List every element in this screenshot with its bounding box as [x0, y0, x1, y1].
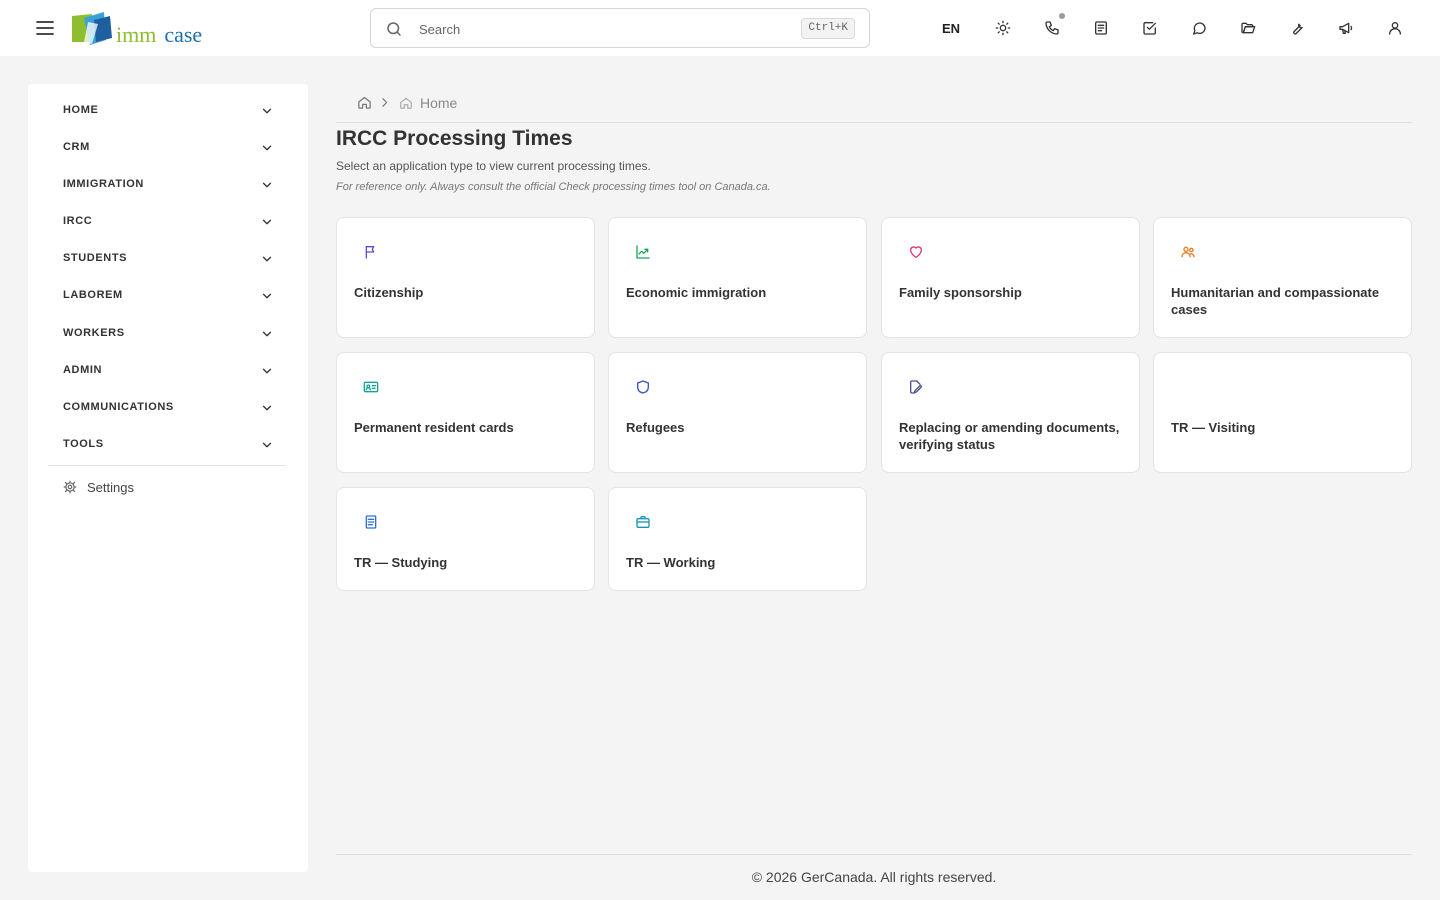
- sidebar-item-label: HOME: [63, 104, 99, 116]
- user-icon[interactable]: [1381, 14, 1409, 42]
- card-title: TR — Working: [626, 555, 716, 570]
- breadcrumb: Home: [357, 94, 557, 112]
- sidebar-item-laborem[interactable]: LABOREM: [48, 281, 286, 311]
- card-tr-studying[interactable]: TR — Studying: [336, 487, 595, 591]
- chevron-right-icon: [382, 98, 388, 107]
- card-title: Humanitarian and compassionate cases: [1171, 285, 1380, 317]
- chevron-down-icon: [262, 145, 272, 151]
- sidebar-item-students[interactable]: STUDENTS: [48, 244, 286, 274]
- card-refugees[interactable]: Refugees: [608, 352, 867, 473]
- sun-icon[interactable]: [989, 14, 1017, 42]
- sidebar-divider: [48, 465, 286, 466]
- logo-mark-icon: [72, 12, 112, 45]
- wrench-icon[interactable]: [1283, 14, 1311, 42]
- phone-icon[interactable]: [1038, 13, 1066, 42]
- language-toggle[interactable]: EN: [937, 14, 965, 42]
- card-economic-immigration[interactable]: Economic immigration: [608, 217, 867, 338]
- card-tr-working[interactable]: TR — Working: [608, 487, 867, 591]
- card-title: Replacing or amending documents, verifyi…: [899, 420, 1120, 452]
- people-icon: [1181, 246, 1195, 258]
- card-title: Citizenship: [354, 285, 424, 300]
- sidebar-item-crm[interactable]: CRM: [48, 133, 286, 163]
- sidebar-item-workers[interactable]: WORKERS: [48, 319, 286, 349]
- logo-text: imm case: [116, 22, 202, 48]
- card-title: Economic immigration: [626, 285, 767, 300]
- sidebar-item-label: COMMUNICATIONS: [63, 401, 174, 413]
- card-tr-visiting[interactable]: TR — Visiting: [1153, 352, 1412, 473]
- megaphone-icon[interactable]: [1332, 14, 1360, 42]
- shield-icon: [637, 380, 649, 394]
- chevron-down-icon: [262, 293, 272, 299]
- breadcrumb-current: Home: [420, 95, 458, 111]
- home-icon[interactable]: [357, 95, 372, 110]
- sidebar-item-label: STUDENTS: [63, 252, 128, 264]
- briefcase-icon: [636, 516, 650, 528]
- menu-icon[interactable]: [34, 16, 56, 40]
- card-title: Refugees: [626, 420, 685, 435]
- card-title: TR — Studying: [354, 555, 448, 570]
- logo[interactable]: imm case: [70, 10, 220, 50]
- document-icon[interactable]: [1087, 14, 1115, 42]
- card-humanitarian[interactable]: Humanitarian and compassionate cases: [1153, 217, 1412, 338]
- chevron-down-icon: [262, 368, 272, 374]
- gear-icon: [63, 480, 77, 494]
- checkbox-icon[interactable]: [1136, 14, 1164, 42]
- logo-word-imm: imm: [116, 22, 157, 47]
- home-icon: [400, 97, 412, 109]
- sidebar-item-immigration[interactable]: IMMIGRATION: [48, 170, 286, 200]
- file-edit-icon: [910, 380, 922, 394]
- sidebar-item-label: IRCC: [63, 215, 93, 227]
- card-title: TR — Visiting: [1171, 420, 1256, 435]
- footer-divider: [336, 854, 1412, 855]
- sidebar: HOME CRM IMMIGRATION IRCC STUDENTS LABOR…: [28, 84, 308, 872]
- chevron-down-icon: [262, 256, 272, 262]
- notification-dot: [1059, 13, 1065, 19]
- sidebar-item-communications[interactable]: COMMUNICATIONS: [48, 393, 286, 423]
- page-subtitle: Select an application type to view curre…: [336, 159, 651, 173]
- card-title: Family sponsorship: [899, 285, 1022, 300]
- flag-icon: [365, 246, 375, 259]
- chevron-down-icon: [262, 405, 272, 411]
- folder-icon[interactable]: [1234, 14, 1262, 42]
- settings-label: Settings: [87, 480, 134, 495]
- card-citizenship[interactable]: Citizenship: [336, 217, 595, 338]
- sidebar-item-label: IMMIGRATION: [63, 178, 144, 190]
- card-replacing-documents[interactable]: Replacing or amending documents, verifyi…: [881, 352, 1140, 473]
- logo-word-case: case: [164, 22, 203, 47]
- search-input[interactable]: [419, 19, 789, 39]
- sidebar-item-label: LABOREM: [63, 289, 123, 301]
- sidebar-item-label: WORKERS: [63, 327, 125, 339]
- card-title: Permanent resident cards: [354, 420, 514, 435]
- chevron-down-icon: [262, 108, 272, 114]
- book-icon: [365, 515, 377, 529]
- shortcut-hint: Ctrl+K: [801, 18, 855, 39]
- sidebar-item-home[interactable]: HOME: [48, 96, 286, 126]
- card-pr-cards[interactable]: Permanent resident cards: [336, 352, 595, 473]
- card-family-sponsorship[interactable]: Family sponsorship: [881, 217, 1140, 338]
- footer-copyright: © 2026 GerCanada. All rights reserved.: [751, 869, 997, 885]
- sidebar-item-label: TOOLS: [63, 438, 104, 450]
- chevron-down-icon: [262, 219, 272, 225]
- search-box: Ctrl+K: [370, 8, 870, 48]
- chevron-down-icon: [262, 442, 272, 448]
- disclaimer-note: For reference only. Always consult the o…: [336, 181, 771, 193]
- heart-icon: [910, 246, 922, 258]
- sidebar-item-admin[interactable]: ADMIN: [48, 356, 286, 386]
- search-icon: [385, 20, 403, 38]
- id-card-icon: [363, 381, 379, 393]
- sidebar-item-settings[interactable]: Settings: [48, 476, 286, 500]
- sidebar-item-tools[interactable]: TOOLS: [48, 430, 286, 460]
- top-bar: immcase Ctrl+K EN: [0, 0, 1440, 56]
- divider: [336, 122, 1412, 123]
- page-title: IRCC Processing Times: [336, 127, 573, 150]
- sidebar-item-label: CRM: [63, 141, 90, 153]
- sidebar-item-label: ADMIN: [63, 364, 103, 376]
- chevron-down-icon: [262, 331, 272, 337]
- chat-icon[interactable]: [1185, 14, 1213, 42]
- chevron-down-icon: [262, 182, 272, 188]
- trending-up-icon: [636, 245, 650, 259]
- sidebar-item-ircc[interactable]: IRCC: [48, 207, 286, 237]
